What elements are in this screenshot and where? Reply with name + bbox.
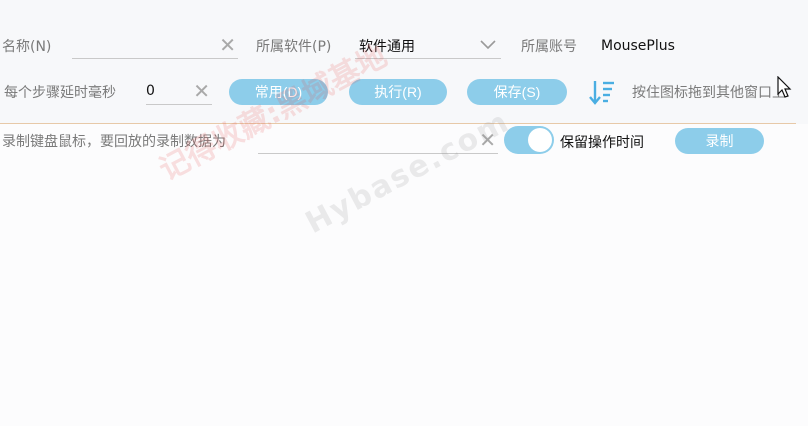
execute-button[interactable]: 执行(R) <box>349 79 447 105</box>
toggle-knob <box>528 128 552 152</box>
row-actions: 每个步骤延时毫秒 ✕ 常用(D) 执行(R) 保存(S) 按住图标拖到其他窗口上 <box>0 76 808 106</box>
divider <box>0 123 796 124</box>
name-input[interactable] <box>72 33 238 57</box>
software-select[interactable]: 软件通用 <box>355 33 501 59</box>
name-field[interactable]: ✕ <box>72 33 238 59</box>
watermark-en: Hybase.com <box>300 104 516 241</box>
chevron-down-icon <box>480 40 496 50</box>
delay-label: 每个步骤延时毫秒 <box>4 85 116 101</box>
account-label: 所属账号 <box>521 39 577 55</box>
software-label: 所属软件(P) <box>256 39 332 55</box>
save-button[interactable]: 保存(S) <box>467 79 567 105</box>
keep-time-toggle[interactable] <box>504 126 554 154</box>
software-value: 软件通用 <box>359 39 415 55</box>
name-label: 名称(N) <box>2 39 52 55</box>
row-record: 录制键盘鼠标，要回放的录制数据为 ✕ 保留操作时间 录制 <box>0 126 808 156</box>
account-value: MousePlus <box>601 38 675 54</box>
row-basic-info: 名称(N) ✕ 所属软件(P) 软件通用 所属账号 MousePlus <box>0 32 808 60</box>
mouse-cursor-icon <box>777 76 792 98</box>
close-icon[interactable]: ✕ <box>479 130 496 150</box>
close-icon[interactable]: ✕ <box>219 35 236 55</box>
close-icon[interactable]: ✕ <box>193 81 210 101</box>
record-input[interactable] <box>258 128 498 152</box>
delay-field[interactable]: ✕ <box>146 79 212 105</box>
record-button[interactable]: 录制 <box>675 128 764 154</box>
common-button[interactable]: 常用(D) <box>229 79 328 105</box>
sort-desc-icon[interactable] <box>588 78 616 106</box>
keep-time-label: 保留操作时间 <box>560 135 644 151</box>
drag-hint: 按住图标拖到其他窗口上 <box>632 85 786 101</box>
record-label: 录制键盘鼠标，要回放的录制数据为 <box>2 134 226 150</box>
record-field[interactable]: ✕ <box>258 128 498 154</box>
